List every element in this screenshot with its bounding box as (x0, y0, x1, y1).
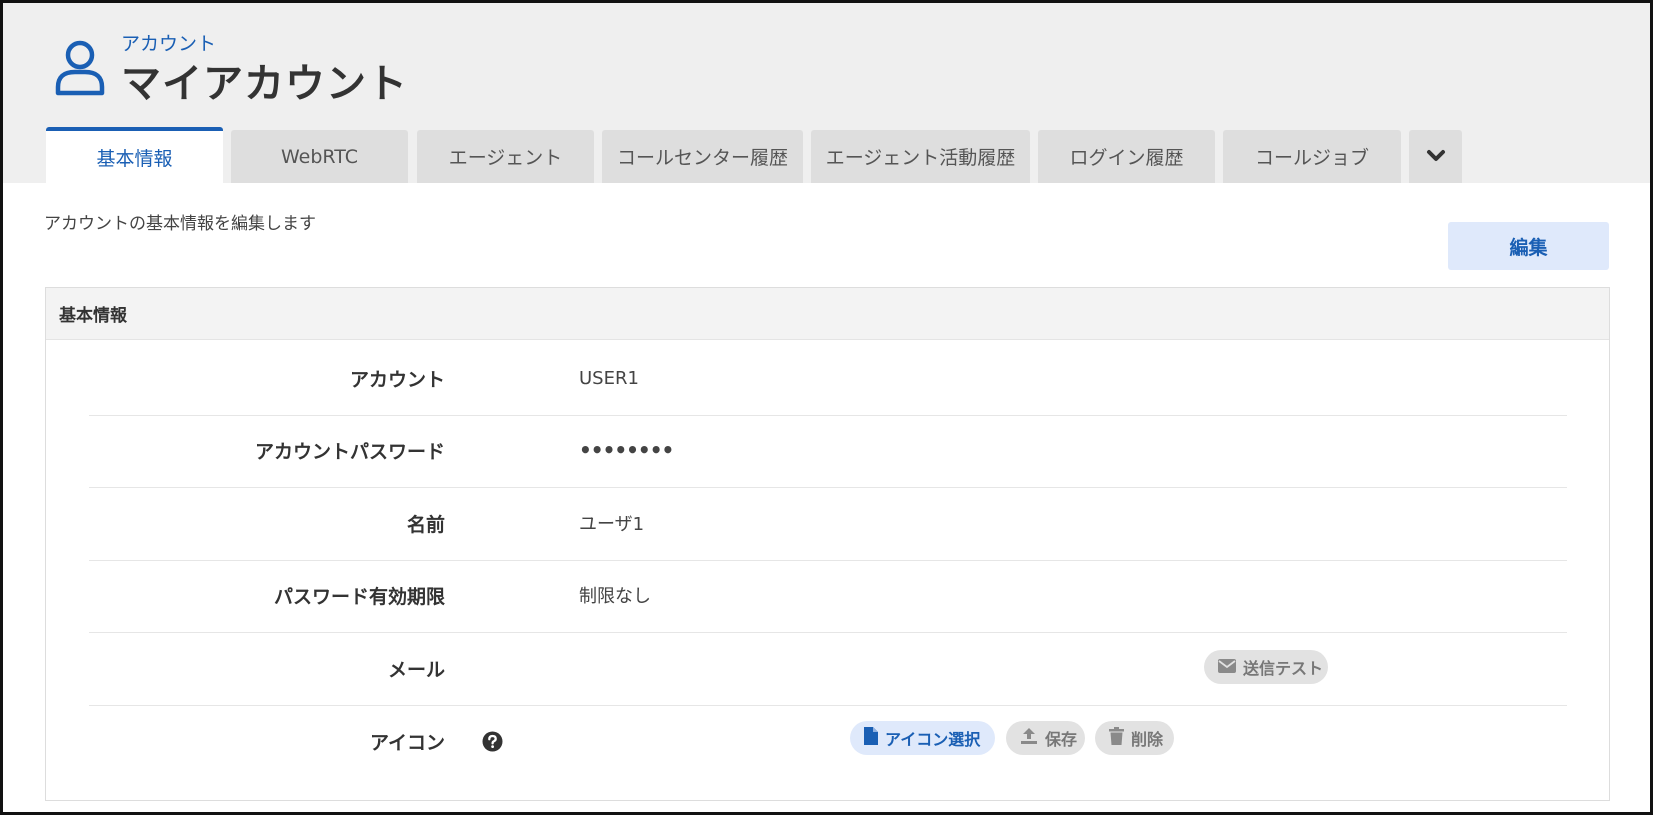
field-label-password-expiry: パスワード有効期限 (273, 585, 445, 608)
main-content: アカウントの基本情報を編集します 編集 基本情報 アカウント USER1 アカウ… (3, 183, 1650, 812)
icon-select-label: アイコン選択 (885, 730, 981, 749)
field-value-password-expiry: 制限なし (579, 586, 651, 607)
icon-save-label: 保存 (1045, 730, 1078, 749)
tab-agent-activity-history[interactable]: エージェント活動履歴 (811, 130, 1030, 183)
field-label-password: アカウントパスワード (254, 440, 445, 463)
field-value-password: •••••••• (579, 438, 674, 462)
chevron-down-icon (1426, 146, 1446, 168)
tab-call-job[interactable]: コールジョブ (1223, 130, 1401, 183)
window-frame: アカウント マイアカウント 基本情報 WebRTC エージェント コールセンター… (0, 0, 1653, 815)
send-test-label: 送信テスト (1243, 659, 1324, 678)
field-value-account: USER1 (579, 367, 639, 389)
trash-icon (1109, 727, 1124, 749)
icon-delete-button[interactable]: 削除 (1095, 721, 1174, 755)
field-row-email: メール 送信テスト (89, 630, 1567, 706)
field-label-account: アカウント (349, 368, 445, 391)
field-label-icon: アイコン (369, 731, 445, 754)
help-icon[interactable] (482, 731, 503, 752)
field-label-email: メール (387, 658, 445, 681)
tab-callcenter-history[interactable]: コールセンター履歴 (602, 130, 803, 183)
field-label-name: 名前 (406, 513, 445, 536)
field-row-password: アカウントパスワード •••••••• (89, 412, 1567, 488)
upload-icon (1020, 727, 1038, 749)
icon-delete-label: 削除 (1131, 730, 1164, 749)
tab-login-history[interactable]: ログイン履歴 (1038, 130, 1215, 183)
field-row-password-expiry: パスワード有効期限 制限なし (89, 557, 1567, 633)
tab-agent[interactable]: エージェント (417, 130, 594, 183)
page-header: アカウント マイアカウント 基本情報 WebRTC エージェント コールセンター… (3, 3, 1650, 183)
tab-webrtc[interactable]: WebRTC (231, 130, 408, 183)
field-row-icon: アイコン アイコン選択 保存 削除 (89, 703, 1567, 779)
field-row-account: アカウント USER1 (89, 340, 1567, 416)
file-icon (864, 727, 878, 749)
envelope-icon (1218, 658, 1236, 677)
tab-basic-info[interactable]: 基本情報 (46, 127, 223, 183)
edit-button[interactable]: 編集 (1448, 222, 1609, 270)
panel-title: 基本情報 (46, 288, 1609, 340)
field-row-name: 名前 ユーザ1 (89, 485, 1567, 561)
tabs-more-button[interactable] (1409, 130, 1462, 183)
icon-select-button[interactable]: アイコン選択 (850, 721, 995, 755)
page-title: マイアカウント (121, 61, 408, 107)
user-icon (53, 39, 107, 97)
send-test-button[interactable]: 送信テスト (1204, 650, 1328, 684)
icon-save-button[interactable]: 保存 (1006, 721, 1085, 755)
basic-info-panel: 基本情報 アカウント USER1 アカウントパスワード •••••••• 名前 … (45, 287, 1610, 801)
page-description: アカウントの基本情報を編集します (44, 214, 316, 234)
field-value-name: ユーザ1 (579, 514, 645, 535)
